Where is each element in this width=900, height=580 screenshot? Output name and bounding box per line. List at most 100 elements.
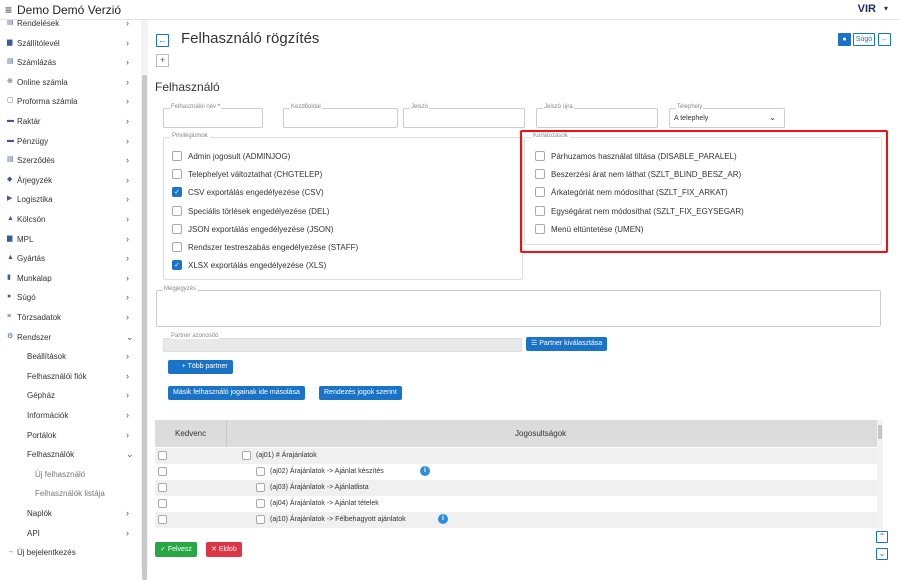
sidebar-item[interactable]: Gépház › [0,386,140,406]
worksheet-icon: ▮ [7,273,11,281]
sidebar-item[interactable]: ▆ MPL › [0,230,140,250]
copy-rights-button[interactable]: Másik felhasználó jogainak ide másolása [168,386,305,400]
help-button[interactable]: Súgó [853,33,875,46]
password-field[interactable]: Jelszó [403,104,525,128]
sidebar-item[interactable]: ▬ Pénzügy › [0,132,140,152]
scroll-down-button[interactable]: ⌄ [876,548,888,560]
sidebar-item[interactable]: Naplók › [0,504,140,524]
sidebar-item[interactable]: Felhasználók listája [0,484,140,504]
sidebar-item[interactable]: ▲ Gyártás › [0,249,140,269]
sidebar-item[interactable]: ≡ Törzsadatok › [0,308,140,328]
password-again-field[interactable]: Jelszó újra [536,104,658,128]
sidebar-item[interactable]: ● Súgó › [0,288,140,308]
sidebar-item[interactable]: ▤ Rendelések › [0,20,140,34]
sort-rights-button[interactable]: Rendezés jogok szerint [319,386,402,400]
sidebar-item-label: Törzsadatok [17,313,62,322]
document-icon: ▢ [7,97,14,105]
info-icon[interactable]: i [438,514,448,524]
notes-textarea[interactable]: Megjegyzés [156,286,881,327]
sidebar-item[interactable]: ◆ Árjegyzék › [0,171,140,191]
checkbox-unchecked[interactable] [172,205,182,216]
contract-icon: ▤ [7,156,14,164]
checkbox-checked[interactable]: ✓ [172,187,182,198]
vir-logo[interactable]: VIR [858,3,876,15]
save-button[interactable]: ✓ Felvesz [155,542,197,557]
sidebar-item[interactable]: ▮ Munkalap › [0,269,140,289]
username-field[interactable]: Felhasználói név * [163,104,263,128]
sidebar-item[interactable]: Portálok › [0,426,140,446]
sidebar-item[interactable]: Új felhasználó [0,465,140,485]
chevron-icon: › [126,253,129,264]
favorite-checkbox[interactable] [158,515,167,524]
sidebar-item[interactable]: ▶ Logisztika › [0,190,140,210]
sidebar-item[interactable]: ▢ Proforma számla › [0,92,140,112]
info-icon[interactable]: i [420,466,430,476]
sidebar-item[interactable]: ▤ Szerződés › [0,151,140,171]
sidebar-item[interactable]: ▲ Kölcsön › [0,210,140,230]
folder-icon: ▤ [7,20,14,26]
permissions-scrollbar[interactable] [877,420,883,530]
partner-select-label: Partner kiválasztása [539,340,603,347]
top-right-actions: ● Súgó ← [831,33,891,46]
permission-checkbox[interactable] [256,515,265,524]
chevron-icon: › [126,390,129,401]
sidebar-item[interactable]: ▤ Számlázás › [0,53,140,73]
sidebar-item-label: Portálok [27,430,57,440]
sidebar-item[interactable]: Felhasználói fiók › [0,367,140,387]
scroll-up-button[interactable]: ⌃ [876,531,888,543]
chevron-icon: › [126,155,129,166]
favorite-checkbox[interactable] [158,451,167,460]
hamburger-menu-icon[interactable]: ≡ [5,3,12,17]
checkbox-unchecked[interactable] [172,169,182,180]
more-partner-button[interactable]: 👤+ Több partner [168,360,233,374]
top-bar: ≡ Demo Demó Verzió VIR ▾ [0,0,900,20]
page-title: Felhasználó rögzítés [181,30,320,47]
homepage-field[interactable]: Kezdőoldal [283,104,398,128]
sidebar-item[interactable]: ⚙ Rendszer ⌄ [0,328,140,348]
checkbox-unchecked[interactable] [172,242,182,252]
sidebar-item-label: Beállítások [27,352,67,362]
permission-checkbox[interactable] [256,467,265,476]
checkbox-unchecked[interactable] [172,223,182,234]
permission-row: (aj04) Árajánlatok -> Ajánlat tételek [155,496,882,512]
back-arrow-icon[interactable]: ← [878,33,891,46]
required-mark: * [217,104,221,110]
sidebar-item[interactable]: API › [0,524,140,544]
cancel-button[interactable]: ✕ Eldob [206,542,242,557]
favorite-checkbox[interactable] [158,499,167,508]
permission-checkbox[interactable] [256,499,265,508]
sidebar-scrollbar-thumb[interactable] [142,75,147,580]
checkbox-label: CSV exportálás engedélyezése (CSV) [188,188,324,198]
list-icon: ☰ [531,340,540,347]
checkbox-checked[interactable]: ✓ [172,260,182,271]
chevron-down-icon[interactable]: ▾ [884,4,888,13]
loan-icon: ▲ [7,215,14,222]
site-select[interactable]: Telephely A telephely ⌄ [669,104,785,128]
sidebar-item[interactable]: ▬ Raktár › [0,112,140,132]
sidebar-item-label: Felhasználói fiók [27,371,87,381]
permission-checkbox[interactable] [256,483,265,492]
sidebar-item[interactable]: Felhasználók ⌄ [0,445,140,465]
notes-label: Megjegyzés [163,286,198,292]
sidebar-item[interactable]: ⊕ Online számla › [0,73,140,93]
partner-select-button[interactable]: ☰ Partner kiválasztása [526,337,608,351]
plus-icon[interactable]: + [156,54,169,67]
back-arrow-icon[interactable]: ← [156,34,169,47]
partner-id-field[interactable]: Partner azonosító [163,333,522,352]
warehouse-icon: ▬ [7,117,14,124]
sidebar-item[interactable]: ▆ Szállítólevél › [0,34,140,54]
sidebar-item[interactable]: Információk › [0,406,140,426]
chat-icon[interactable]: ● [838,33,851,46]
favorite-checkbox[interactable] [158,483,167,492]
permission-checkbox[interactable] [242,451,251,460]
sidebar-item[interactable]: → Új bejelentkezés [0,543,140,563]
chevron-icon: › [126,174,129,185]
sidebar-item-label: Naplók [27,509,52,518]
sidebar-item[interactable]: Beállítások › [0,347,140,367]
favorite-checkbox[interactable] [158,467,167,476]
sidebar-item[interactable]: ↦Kijelentkezés [0,563,140,569]
check-icon: ✓ [160,546,168,553]
sidebar-scrollbar[interactable] [141,20,148,580]
checkbox-unchecked[interactable] [172,151,182,161]
permissions-scrollbar-thumb[interactable] [878,425,882,439]
